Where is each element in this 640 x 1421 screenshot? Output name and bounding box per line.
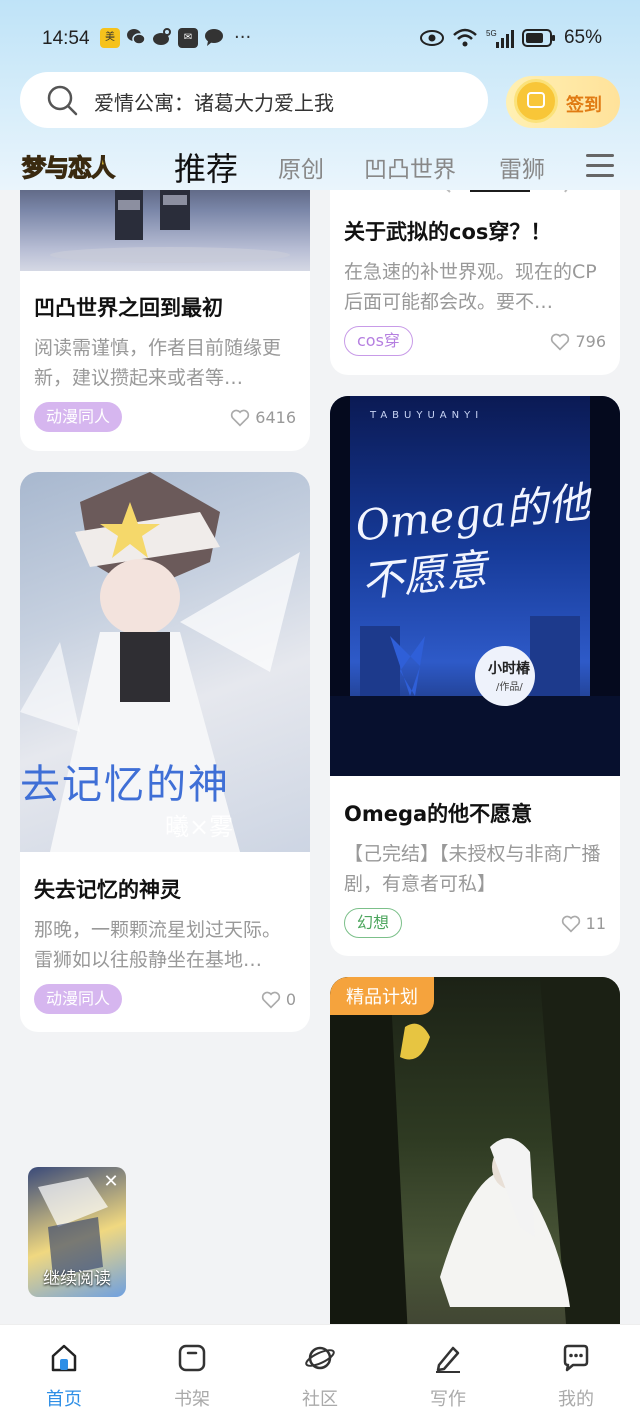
status-more-dots: ··· — [234, 27, 252, 48]
likes-count: 11 — [561, 914, 606, 933]
heart-icon[interactable] — [550, 333, 570, 351]
tab-aotu-world[interactable]: 凹凸世界 — [364, 150, 456, 184]
feed: 凹凸世界之回到最初 阅读需谨慎，作者目前随缘更新，建议攒起来或者等… 动漫同人 … — [0, 190, 640, 1324]
top-header: 爱情公寓：诸葛大力爱上我 签到 梦与恋人 推荐 原创 凹凸世界 雷狮 — [0, 72, 640, 190]
book-card[interactable]: 凹凸世界之回到最初 阅读需谨慎，作者目前随缘更新，建议攒起来或者等… 动漫同人 … — [20, 190, 310, 451]
book-tag: 幻想 — [344, 908, 403, 938]
nav-me[interactable]: 我的 — [536, 1343, 616, 1411]
category-tabs: 梦与恋人 推荐 原创 凹凸世界 雷狮 — [0, 142, 640, 190]
signin-label: 签到 — [566, 95, 602, 116]
nav-home[interactable]: 首页 — [24, 1343, 104, 1411]
status-right: 5G 65% — [419, 27, 602, 49]
continue-reading-card[interactable]: ✕ 继续阅读 — [28, 1167, 126, 1297]
heart-icon[interactable] — [261, 991, 281, 1009]
svg-text:5G: 5G — [486, 29, 497, 38]
eye-icon — [419, 30, 444, 46]
chat-icon — [204, 28, 224, 48]
tab-original[interactable]: 原创 — [278, 150, 324, 184]
book-title: 失去记忆的神灵 — [34, 878, 181, 902]
book-card[interactable]: TABUYUANYI Omega的他不愿意 小时椿 /作品/ Omega的他不愿… — [330, 396, 620, 956]
status-app-icons: 美 ✉ ··· — [100, 28, 251, 48]
book-description: 【己完结】【未授权与非商广播剧，有意者可私】 — [344, 843, 601, 895]
cover-author-sub: /作品/ — [496, 682, 523, 693]
book-tag: 动漫同人 — [34, 984, 123, 1014]
likes-count: 0 — [261, 990, 296, 1009]
signal-icon: 5G — [486, 29, 514, 48]
message-icon — [563, 1344, 589, 1372]
wechat-icon — [126, 28, 146, 48]
wifi-icon — [453, 28, 477, 47]
tab-recommend[interactable]: 推荐 — [174, 144, 238, 190]
likes-count: 6416 — [230, 408, 296, 427]
pen-icon — [436, 1346, 460, 1373]
book-description: 那晚，一颗颗流星划过天际。雷狮如以往般静坐在基地… — [34, 919, 282, 971]
book-card[interactable]: 关于武拟的cos穿？！ 在急速的补世界观。现在的CP后面可能都会改。要不… co… — [330, 190, 620, 375]
status-bar: 14:54 美 ✉ ··· 5G 65% — [0, 0, 640, 72]
nav-bookshelf[interactable]: 书架 — [152, 1343, 232, 1411]
search-bar[interactable]: 爱情公寓：诸葛大力爱上我 — [20, 72, 488, 128]
heart-icon[interactable] — [230, 409, 250, 427]
signin-button[interactable]: 签到 — [506, 76, 620, 128]
weibo-icon — [152, 28, 172, 48]
book-description: 阅读需谨慎，作者目前随缘更新，建议攒起来或者等… — [34, 337, 282, 389]
cover-author-text: 曦×雾 — [165, 813, 234, 841]
cover-author: 小时椿 — [488, 661, 530, 677]
nav-write[interactable]: 写作 — [408, 1343, 488, 1411]
search-icon — [47, 85, 78, 116]
book-card[interactable]: 去记忆的神 曦×雾 失去记忆的神灵 那晚，一颗颗流星划过天际。雷狮如以往般静坐在… — [20, 472, 310, 1032]
tab-leishi[interactable]: 雷狮 — [499, 150, 545, 184]
book-title: Omega的他不愿意 — [344, 802, 533, 826]
likes-count: 796 — [550, 332, 606, 351]
mail-icon: ✉ — [178, 28, 198, 48]
continue-reading-label: 继续阅读 — [43, 1269, 111, 1289]
cover-header-text: TABUYUANYI — [370, 410, 484, 421]
premium-badge: 精品计划 — [330, 977, 434, 1015]
close-icon[interactable]: ✕ — [102, 1173, 120, 1191]
coin-icon — [514, 79, 558, 123]
book-tag: cos穿 — [344, 326, 413, 356]
nav-community[interactable]: 社区 — [280, 1343, 360, 1411]
app-logo: 梦与恋人 — [21, 152, 115, 182]
battery-icon — [521, 29, 555, 47]
heart-icon[interactable] — [561, 915, 581, 933]
cover-title-text: 去记忆的神 — [20, 762, 230, 808]
menu-icon[interactable] — [586, 154, 614, 178]
search-suggestion: 爱情公寓：诸葛大力爱上我 — [94, 91, 334, 115]
book-title: 凹凸世界之回到最初 — [34, 296, 223, 320]
bottom-nav: 首页 书架 社区 写作 我的 — [0, 1324, 640, 1421]
status-time: 14:54 — [42, 28, 90, 49]
bookshelf-icon — [178, 1344, 206, 1372]
battery-percent: 65% — [563, 27, 602, 48]
planet-icon — [305, 1346, 335, 1370]
book-cover — [330, 190, 620, 194]
book-cover — [330, 977, 620, 1324]
home-icon — [51, 1344, 77, 1372]
meituan-icon: 美 — [100, 28, 120, 48]
book-description: 在急速的补世界观。现在的CP后面可能都会改。要不… — [344, 261, 597, 313]
book-tag: 动漫同人 — [34, 402, 123, 432]
book-cover — [20, 190, 310, 271]
book-title: 关于武拟的cos穿？！ — [344, 220, 552, 244]
book-cover: TABUYUANYI Omega的他不愿意 小时椿 /作品/ — [330, 396, 620, 776]
book-card[interactable]: 精品计划 — [330, 977, 620, 1324]
book-cover: 去记忆的神 曦×雾 — [20, 472, 310, 852]
